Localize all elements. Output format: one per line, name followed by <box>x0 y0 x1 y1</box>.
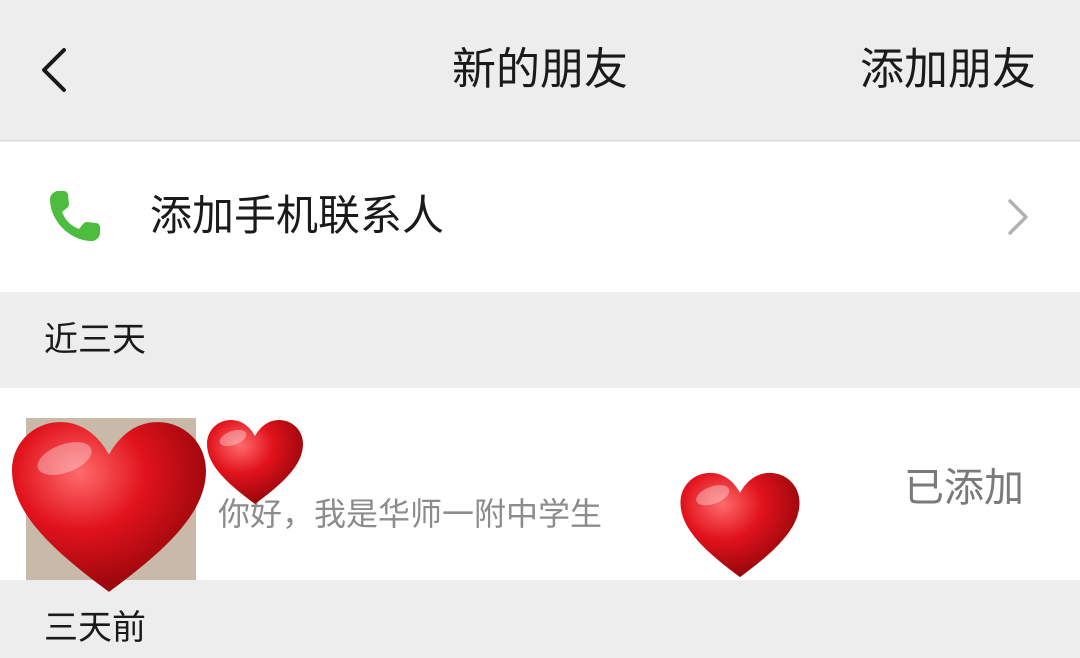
status-label: 已添加 <box>904 465 1024 511</box>
add-phone-contacts-row[interactable]: 添加手机联系人 <box>0 142 1080 292</box>
phone-icon <box>50 191 100 241</box>
section-header-recent: 近三天 <box>0 293 1080 388</box>
navigation-bar: 新的朋友 添加朋友 <box>0 0 1080 141</box>
add-phone-contacts-label: 添加手机联系人 <box>150 191 445 240</box>
chevron-left-icon <box>42 48 66 92</box>
heart-sticker-icon <box>207 420 303 504</box>
back-button[interactable] <box>30 40 80 100</box>
add-friend-button[interactable]: 添加朋友 <box>860 40 1036 100</box>
chevron-right-icon <box>1008 199 1028 235</box>
heart-sticker-icon <box>12 422 206 592</box>
heart-sticker-icon <box>680 472 800 578</box>
section-title: 近三天 <box>44 320 146 360</box>
section-title: 三天前 <box>44 608 146 648</box>
new-friends-page: 新的朋友 添加朋友 添加手机联系人 近三天 你好，我是华师一附中学生 已添加 三… <box>0 0 1080 658</box>
